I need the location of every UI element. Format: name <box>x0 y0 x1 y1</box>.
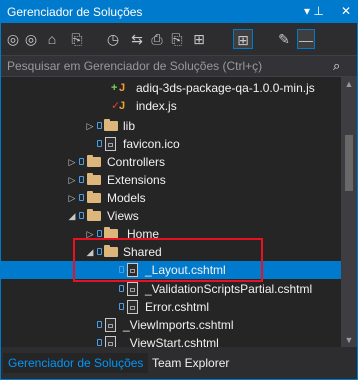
tree-item-index-js[interactable]: ✓ J index.js <box>1 97 341 115</box>
wrench-icon[interactable]: ✎ <box>275 29 293 49</box>
title-bar: Gerenciador de Soluções ▾ ⊥ ✕ <box>1 1 357 23</box>
tree-item-label: Error.cshtml <box>145 300 210 314</box>
scrollbar-thumb[interactable] <box>345 135 353 191</box>
razor-file-icon <box>105 318 116 332</box>
tree-item-label: favicon.ico <box>123 137 180 151</box>
file-icon <box>105 137 116 151</box>
properties-icon[interactable]: ⎙ <box>149 29 165 49</box>
tree-item-controllers[interactable]: ▷ Controllers <box>1 153 341 171</box>
tree-item-validation-partial[interactable]: _ValidationScriptsPartial.cshtml <box>1 280 341 298</box>
tree-item-label: index.js <box>136 99 177 113</box>
tree-item-shared[interactable]: ◢ Shared <box>1 243 341 261</box>
toggle-view-icon[interactable]: ⊞ <box>233 29 253 49</box>
tree-item-label: Extensions <box>107 173 166 187</box>
expand-arrow-icon[interactable]: ▷ <box>67 171 77 189</box>
razor-file-icon <box>127 282 138 296</box>
expand-arrow-icon[interactable]: ▷ <box>67 189 77 207</box>
tree-item-label: _Layout.cshtml <box>145 263 226 277</box>
copy-icon[interactable]: ⎘ <box>169 29 185 49</box>
sync-icon[interactable]: ⇆ <box>129 29 145 49</box>
lock-icon <box>79 212 84 219</box>
toolbar: ◎ ◎ ⌂ ⎘ ◷ ⇆ ⎙ ⎘ ⊞ ⊞ ✎ — <box>1 23 357 55</box>
lock-icon <box>97 339 102 346</box>
tree-item-viewimports[interactable]: _ViewImports.cshtml <box>1 316 341 334</box>
tree-item-label: adiq-3ds-package-qa-1.0.0-min.js <box>136 81 315 95</box>
tree-item-lib[interactable]: ▷ lib <box>1 117 341 135</box>
scroll-down-icon[interactable]: ▼ <box>341 335 357 345</box>
lock-icon <box>97 122 102 129</box>
expand-arrow-icon[interactable]: ▷ <box>85 117 95 135</box>
lock-icon <box>79 176 84 183</box>
vertical-scrollbar[interactable]: ▲ ▼ <box>341 77 357 347</box>
history-icon[interactable]: ◷ <box>101 29 125 49</box>
tree-item-label: Models <box>107 191 146 205</box>
folder-icon <box>87 191 101 203</box>
tree-item-favicon[interactable]: favicon.ico <box>1 135 341 153</box>
window-title: Gerenciador de Soluções <box>7 5 143 19</box>
tree-item-error-cshtml[interactable]: Error.cshtml <box>1 298 341 316</box>
back-icon[interactable]: ◎ <box>5 29 21 49</box>
folder-icon <box>104 119 118 131</box>
tree-item-viewstart[interactable]: _ViewStart.cshtml <box>1 334 341 347</box>
solution-explorer-window: Gerenciador de Soluções ▾ ⊥ ✕ ◎ ◎ ⌂ ⎘ ◷ … <box>0 0 358 380</box>
tab-team-explorer[interactable]: Team Explorer <box>147 353 234 373</box>
expand-arrow-icon[interactable]: ▷ <box>67 153 77 171</box>
lock-icon <box>79 194 84 201</box>
lock-icon <box>119 303 124 310</box>
tree-item-home[interactable]: ▷ Home <box>1 225 341 243</box>
tree-item-label: _ValidationScriptsPartial.cshtml <box>145 282 313 296</box>
tree-item-label: lib <box>123 119 136 133</box>
forward-icon[interactable]: ◎ <box>23 29 39 49</box>
folder-icon <box>87 155 101 167</box>
search-icon[interactable]: ⌕ <box>333 58 340 74</box>
switch-views-icon[interactable]: ⎘ <box>65 29 89 49</box>
tab-solution-explorer[interactable]: Gerenciador de Soluções <box>3 353 149 373</box>
tree-item-models[interactable]: ▷ Models <box>1 189 341 207</box>
added-status-icon: + <box>111 82 118 94</box>
lock-icon <box>119 285 124 292</box>
open-folder-icon <box>87 209 101 221</box>
razor-file-icon <box>127 300 138 314</box>
expand-arrow-icon[interactable]: ▷ <box>85 225 95 243</box>
folder-icon <box>104 227 118 239</box>
lock-icon <box>97 248 102 255</box>
collapse-arrow-icon[interactable]: ◢ <box>85 243 95 261</box>
lock-icon <box>97 140 102 147</box>
tree-item-adiq-js[interactable]: + J adiq-3ds-package-qa-1.0.0-min.js <box>1 79 341 97</box>
tree-item-layout-cshtml[interactable]: _Layout.cshtml <box>1 261 341 279</box>
search-box: ⌕ <box>1 55 357 77</box>
home-icon[interactable]: ⌂ <box>43 29 61 49</box>
close-icon[interactable]: ✕ <box>341 4 351 18</box>
tree-item-label: Home <box>127 227 160 241</box>
bottom-tab-strip: Gerenciador de Soluções Team Explorer <box>1 347 357 379</box>
tree-item-label: Shared <box>123 245 162 259</box>
js-file-icon: J <box>119 100 126 112</box>
solution-tree: + J adiq-3ds-package-qa-1.0.0-min.js ✓ J… <box>1 77 341 347</box>
lock-icon <box>97 321 102 328</box>
scroll-up-icon[interactable]: ▲ <box>341 79 357 89</box>
collapse-arrow-icon[interactable]: ◢ <box>67 207 77 225</box>
js-file-icon: J <box>119 82 126 94</box>
lock-icon <box>79 158 84 165</box>
pin-icon[interactable]: ▾ ⊥ <box>304 4 324 18</box>
collapse-icon[interactable]: — <box>297 29 315 49</box>
preview-icon[interactable]: ⊞ <box>191 29 207 49</box>
tree-item-views[interactable]: ◢ Views <box>1 207 341 225</box>
tree-item-label: Views <box>107 209 139 223</box>
tree-item-extensions[interactable]: ▷ Extensions <box>1 171 341 189</box>
search-input[interactable] <box>7 58 327 74</box>
razor-file-icon <box>127 263 138 277</box>
lock-icon <box>97 230 102 237</box>
tree-item-label: _ViewStart.cshtml <box>123 336 219 347</box>
razor-file-icon <box>105 336 116 347</box>
tree-item-label: Controllers <box>107 155 166 169</box>
lock-icon <box>119 266 124 273</box>
open-folder-icon <box>104 245 118 257</box>
tree-item-label: _ViewImports.cshtml <box>123 318 234 332</box>
folder-icon <box>87 173 101 185</box>
